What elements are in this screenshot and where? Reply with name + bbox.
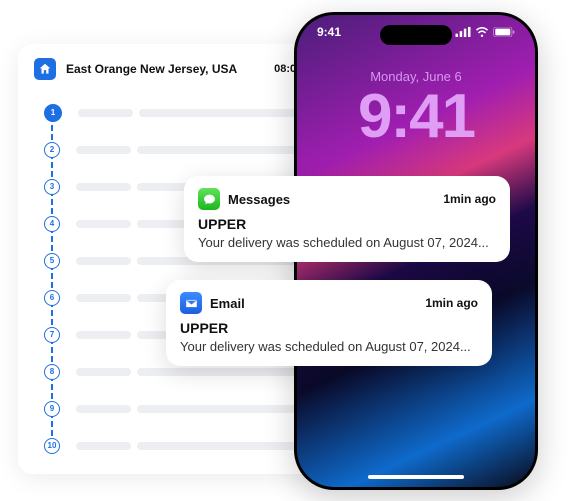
wifi-icon (475, 27, 489, 37)
notification-app: Email (210, 296, 425, 311)
notification-email[interactable]: Email 1min ago UPPER Your delivery was s… (166, 280, 492, 366)
notification-header: Email 1min ago (180, 292, 478, 314)
placeholder-line (76, 294, 131, 302)
notification-title: UPPER (180, 320, 478, 336)
placeholder-line (76, 146, 131, 154)
stop-number: 7 (44, 327, 60, 343)
placeholder-line (76, 442, 131, 450)
stop-row[interactable]: 2 (44, 131, 322, 168)
placeholder-line (76, 331, 131, 339)
stop-number: 8 (44, 364, 60, 380)
notification-header: Messages 1min ago (198, 188, 496, 210)
home-indicator (368, 475, 464, 479)
status-time: 9:41 (317, 25, 341, 39)
messages-icon (198, 188, 220, 210)
placeholder-line (76, 257, 131, 265)
lock-time: 9:41 (297, 86, 535, 148)
stop-number: 10 (44, 438, 60, 454)
stop-number: 3 (44, 179, 60, 195)
notification-app: Messages (228, 192, 443, 207)
notification-timestamp: 1min ago (425, 296, 478, 310)
placeholder-line (76, 183, 131, 191)
placeholder-line (76, 220, 131, 228)
stop-row[interactable]: 10 (44, 427, 322, 464)
stop-number: 4 (44, 216, 60, 232)
status-indicators (455, 25, 515, 39)
stop-number: 6 (44, 290, 60, 306)
dynamic-island (380, 25, 452, 45)
route-location: East Orange New Jersey, USA (66, 62, 274, 76)
stop-row[interactable]: 9 (44, 390, 322, 427)
battery-icon (493, 27, 515, 37)
route-header: East Orange New Jersey, USA 08:00 AM (34, 58, 322, 80)
placeholder-line (76, 368, 131, 376)
notification-body: Your delivery was scheduled on August 07… (198, 235, 496, 250)
notification-body: Your delivery was scheduled on August 07… (180, 339, 478, 354)
notification-title: UPPER (198, 216, 496, 232)
stop-number: 5 (44, 253, 60, 269)
email-icon (180, 292, 202, 314)
placeholder-line (76, 405, 131, 413)
signal-icon (455, 27, 471, 37)
placeholder-line (78, 109, 133, 117)
stop-number: 1 (44, 104, 62, 122)
notification-messages[interactable]: Messages 1min ago UPPER Your delivery wa… (184, 176, 510, 262)
stop-number: 2 (44, 142, 60, 158)
stop-row[interactable]: 1 (44, 94, 322, 131)
home-icon (34, 58, 56, 80)
stop-number: 9 (44, 401, 60, 417)
stops-list: 1 2 3 4 5 6 7 8 9 10 (34, 94, 322, 464)
notification-timestamp: 1min ago (443, 192, 496, 206)
